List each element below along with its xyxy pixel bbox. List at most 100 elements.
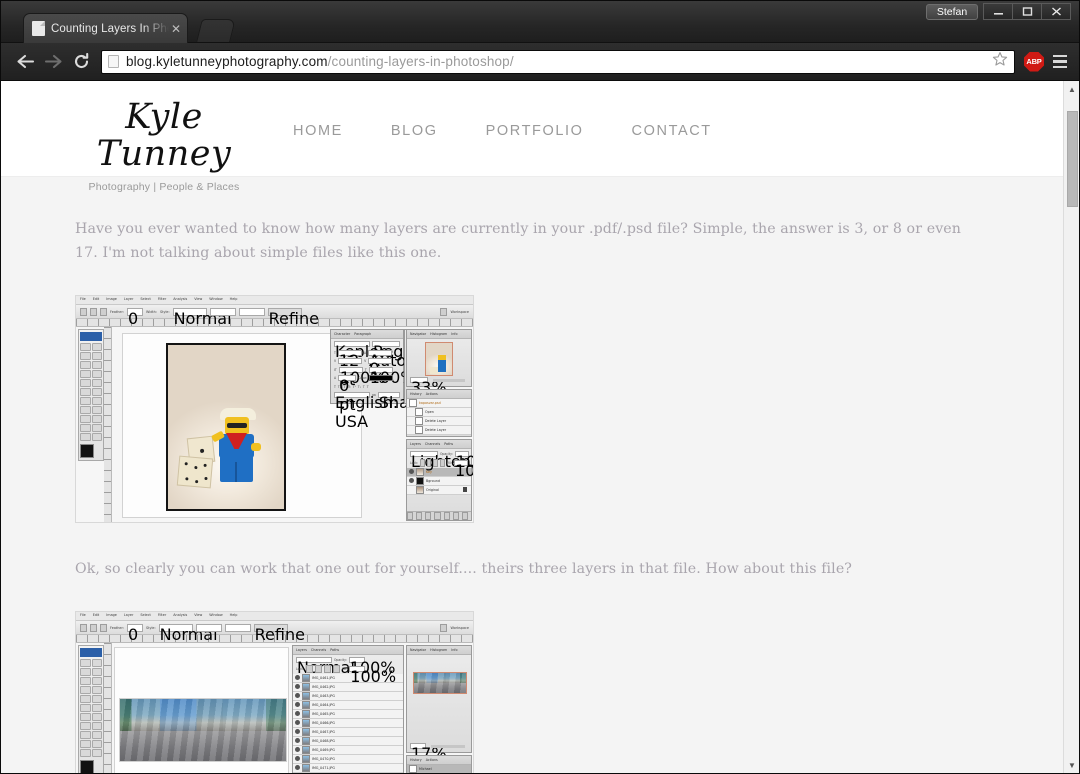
- font-style-select[interactable]: Regular: [372, 341, 434, 361]
- figure-photoshop-lego[interactable]: File Edit Image Layer Select Filter Anal…: [75, 295, 1063, 523]
- tab-histogram[interactable]: Histogram: [430, 648, 447, 652]
- menu-image[interactable]: Image: [106, 613, 117, 617]
- hand-tool-icon[interactable]: [80, 749, 91, 757]
- navigator-zoom-input[interactable]: 33%: [410, 377, 447, 397]
- new-group-icon[interactable]: [443, 512, 450, 520]
- blend-mode-select[interactable]: Lighten: [410, 451, 471, 471]
- layer-row[interactable]: IMG_0469.JPG: [293, 745, 403, 755]
- bridge-icon[interactable]: [440, 623, 448, 632]
- height-input[interactable]: [224, 623, 251, 632]
- shape-tool-icon[interactable]: [91, 740, 102, 748]
- back-icon[interactable]: [11, 48, 39, 76]
- history-item[interactable]: Delete Layer: [407, 417, 471, 426]
- brush-tool-icon[interactable]: [91, 379, 102, 387]
- layer-row[interactable]: IMG_0463.JPG: [293, 691, 403, 701]
- history-item[interactable]: Delete Layer: [407, 426, 471, 435]
- eye-icon[interactable]: [295, 756, 300, 761]
- lasso-tool-icon[interactable]: [80, 352, 91, 360]
- scroll-up-icon[interactable]: ▲: [1064, 81, 1079, 97]
- document-canvas-1[interactable]: [122, 333, 362, 518]
- shape-tool-icon[interactable]: [91, 424, 102, 432]
- tab-character[interactable]: Character: [334, 332, 350, 336]
- leading-input[interactable]: Auto: [368, 349, 406, 370]
- forward-icon[interactable]: [39, 48, 67, 76]
- navigator-thumbnail-2[interactable]: [413, 672, 467, 694]
- type-tool-icon[interactable]: [91, 415, 102, 423]
- healing-brush-tool-icon[interactable]: [80, 379, 91, 387]
- scroll-down-icon[interactable]: ▼: [1064, 757, 1079, 773]
- lock-position-icon[interactable]: [324, 664, 332, 673]
- menu-select[interactable]: Select: [140, 297, 150, 301]
- menu-view[interactable]: View: [194, 297, 202, 301]
- navigator-thumbnail-1[interactable]: [425, 342, 453, 376]
- style-select[interactable]: Normal: [158, 623, 218, 644]
- menu-help[interactable]: Help: [230, 297, 238, 301]
- marquee-tool-icon[interactable]: [80, 343, 91, 351]
- foreground-color-swatch[interactable]: [80, 444, 94, 458]
- tab-info[interactable]: Info: [451, 648, 457, 652]
- brush-tool-icon[interactable]: [91, 695, 102, 703]
- baseline-shift-input[interactable]: 0 pt: [338, 375, 357, 414]
- font-size-input[interactable]: 12 pt: [337, 349, 362, 389]
- blend-mode-select[interactable]: Normal: [296, 657, 355, 677]
- bridge-icon[interactable]: [440, 307, 448, 316]
- lock-image-icon[interactable]: [315, 664, 323, 673]
- document-canvas-2[interactable]: [114, 647, 289, 773]
- eye-icon[interactable]: [295, 747, 300, 752]
- tab-paths[interactable]: Paths: [330, 648, 339, 652]
- add-mask-icon[interactable]: [425, 512, 432, 520]
- menu-window[interactable]: Window: [209, 297, 222, 301]
- tool-preset-icon[interactable]: [80, 307, 87, 316]
- workspace-label[interactable]: Workspace: [450, 310, 469, 314]
- reload-icon[interactable]: [67, 48, 95, 76]
- menu-help[interactable]: Help: [230, 613, 238, 617]
- selection-mode-icon[interactable]: [90, 307, 97, 316]
- menu-window[interactable]: Window: [209, 613, 222, 617]
- nav-item-contact[interactable]: CONTACT: [608, 123, 736, 139]
- path-selection-tool-icon[interactable]: [80, 424, 91, 432]
- eraser-tool-icon[interactable]: [80, 713, 91, 721]
- layer-row[interactable]: IMG_0470.JPG: [293, 754, 403, 764]
- slice-tool-icon[interactable]: [91, 677, 102, 685]
- eye-icon[interactable]: [295, 684, 300, 689]
- menu-file[interactable]: File: [80, 613, 86, 617]
- antialias-select[interactable]: Sharp: [377, 392, 426, 412]
- menu-layer[interactable]: Layer: [124, 297, 133, 301]
- adblock-plus-icon[interactable]: ABP: [1024, 51, 1044, 72]
- fill-input[interactable]: 100%: [349, 665, 396, 686]
- blur-tool-icon[interactable]: [80, 406, 91, 414]
- nav-item-blog[interactable]: BLOG: [367, 123, 462, 139]
- tab-paragraph[interactable]: Paragraph: [354, 332, 371, 336]
- refine-edge-button[interactable]: Refine Edge...: [253, 623, 310, 663]
- lock-transparent-icon[interactable]: [420, 458, 425, 467]
- healing-brush-tool-icon[interactable]: [80, 695, 91, 703]
- eye-icon[interactable]: [295, 675, 300, 680]
- tab-layers[interactable]: Layers: [410, 442, 421, 446]
- menu-filter[interactable]: Filter: [158, 613, 166, 617]
- scrollbar-thumb[interactable]: [1067, 111, 1078, 207]
- horizontal-scale-input[interactable]: 100%: [368, 366, 415, 387]
- feather-input[interactable]: 0 px: [126, 307, 148, 347]
- tool-preset-icon[interactable]: [80, 623, 87, 632]
- eye-icon[interactable]: [409, 469, 414, 474]
- marquee-tool-icon[interactable]: [80, 659, 91, 667]
- tab-navigator[interactable]: Navigator: [410, 648, 426, 652]
- font-family-select[interactable]: Kepler: [334, 341, 386, 361]
- lock-all-icon[interactable]: [440, 458, 445, 467]
- path-selection-tool-icon[interactable]: [80, 740, 91, 748]
- layer-row[interactable]: Original: [407, 485, 471, 495]
- navigator-zoom-input[interactable]: 17%: [410, 743, 447, 763]
- layer-row[interactable]: IMG_0472.JPG: [293, 772, 403, 773]
- ruler-tool-icon[interactable]: [91, 370, 102, 378]
- eye-icon[interactable]: [409, 478, 414, 483]
- eye-icon[interactable]: [295, 693, 300, 698]
- eye-icon[interactable]: [409, 487, 414, 492]
- selection-mode-icon[interactable]: [90, 623, 97, 632]
- eyedropper-tool-icon[interactable]: [80, 686, 91, 694]
- tab-actions[interactable]: Actions: [426, 758, 438, 762]
- eye-icon[interactable]: [295, 765, 300, 770]
- tab-layers[interactable]: Layers: [296, 648, 307, 652]
- ruler-tool-icon[interactable]: [91, 686, 102, 694]
- tab-history[interactable]: History: [410, 392, 422, 396]
- page-scrollbar[interactable]: ▲ ▼: [1063, 81, 1079, 773]
